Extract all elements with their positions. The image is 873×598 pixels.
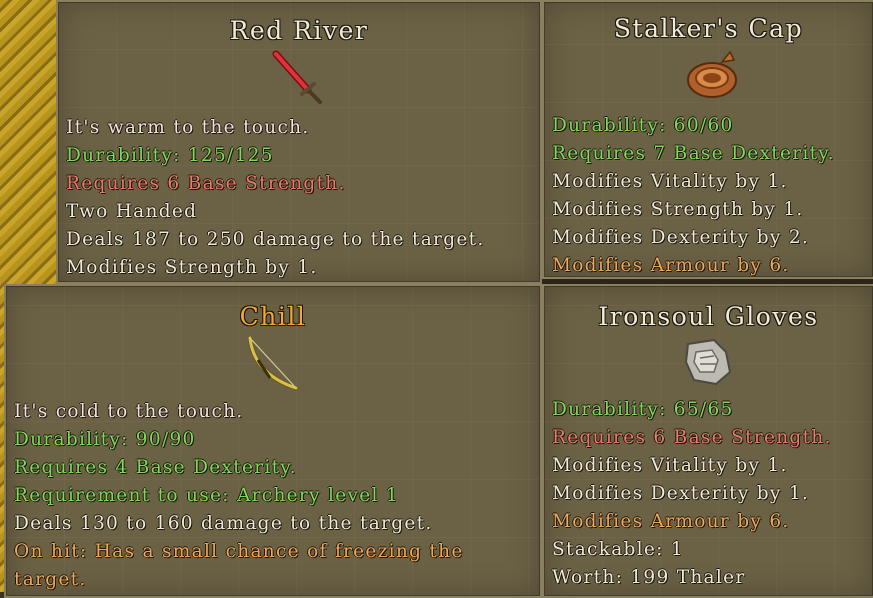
stat-line: It's cold to the touch. bbox=[14, 401, 244, 422]
item-stats: Durability: 60/60 Requires 7 Base Dexteri… bbox=[552, 112, 869, 277]
item-title: Chill bbox=[239, 302, 307, 331]
gauntlet-icon bbox=[684, 338, 732, 386]
stat-line: Requires 7 Base Dexterity. bbox=[552, 143, 835, 164]
red-sword-icon bbox=[272, 50, 322, 104]
item-title: Red River bbox=[229, 16, 369, 45]
item-title: Stalker's Cap bbox=[613, 14, 804, 43]
stat-line: Modifies Dexterity by 2. bbox=[552, 227, 810, 248]
stat-line: Requires 6 Base Strength. bbox=[66, 173, 346, 194]
tooltip-stalkers-cap: Stalker's Cap Durability: 60/60 Requires … bbox=[542, 0, 873, 279]
tooltip-chill: Chill It's cold to the touch. Durability:… bbox=[4, 284, 542, 598]
stat-line: Deals 130 to 160 damage to the target. bbox=[14, 513, 433, 534]
stat-line: It's warm to the touch. bbox=[66, 117, 310, 138]
item-stats: It's warm to the touch. Durability: 125/1… bbox=[66, 114, 536, 282]
stat-line: target. bbox=[14, 569, 87, 590]
stat-line: On hit: Has a small chance of freezing t… bbox=[14, 541, 464, 562]
stat-line: Modifies Strength by 1. bbox=[66, 257, 318, 278]
item-title: Ironsoul Gloves bbox=[598, 302, 819, 331]
stat-line: Durability: 125/125 bbox=[66, 145, 274, 166]
stat-line: Durability: 65/65 bbox=[552, 399, 734, 420]
tooltip-ironsoul-gloves: Ironsoul Gloves Durability: 65/65 Require… bbox=[542, 284, 873, 598]
bow-icon bbox=[247, 335, 299, 391]
stat-line: Deals 187 to 250 damage to the target. bbox=[66, 229, 485, 250]
stat-line: Requires 4 Base Dexterity. bbox=[14, 457, 297, 478]
item-stats: Durability: 65/65 Requires 6 Base Strengt… bbox=[552, 396, 869, 592]
stat-line: Durability: 90/90 bbox=[14, 429, 196, 450]
stat-line: Requirement to use: Archery level 1 bbox=[14, 485, 399, 506]
stat-line: Two Handed bbox=[66, 201, 198, 222]
stat-line: Modifies Armour by 6. bbox=[552, 511, 790, 532]
item-stats: It's cold to the touch. Durability: 90/90… bbox=[14, 398, 536, 594]
leather-cap-icon bbox=[687, 50, 737, 98]
tooltip-red-river: Red River It's warm to the touch. Durabil… bbox=[56, 0, 542, 284]
stat-line: Modifies Vitality by 1. bbox=[552, 455, 788, 476]
stat-line: Durability: 60/60 bbox=[552, 115, 734, 136]
stat-line: Modifies Strength by 1. bbox=[552, 199, 804, 220]
stat-line: Stackable: 1 bbox=[552, 539, 684, 560]
stat-line: Requires 6 Base Strength. bbox=[552, 427, 832, 448]
stat-line: Worth: 199 Thaler bbox=[552, 567, 746, 588]
stat-line: Modifies Vitality by 1. bbox=[552, 171, 788, 192]
stat-line: Modifies Armour by 6. bbox=[552, 255, 790, 276]
stat-line: Modifies Dexterity by 1. bbox=[552, 483, 810, 504]
